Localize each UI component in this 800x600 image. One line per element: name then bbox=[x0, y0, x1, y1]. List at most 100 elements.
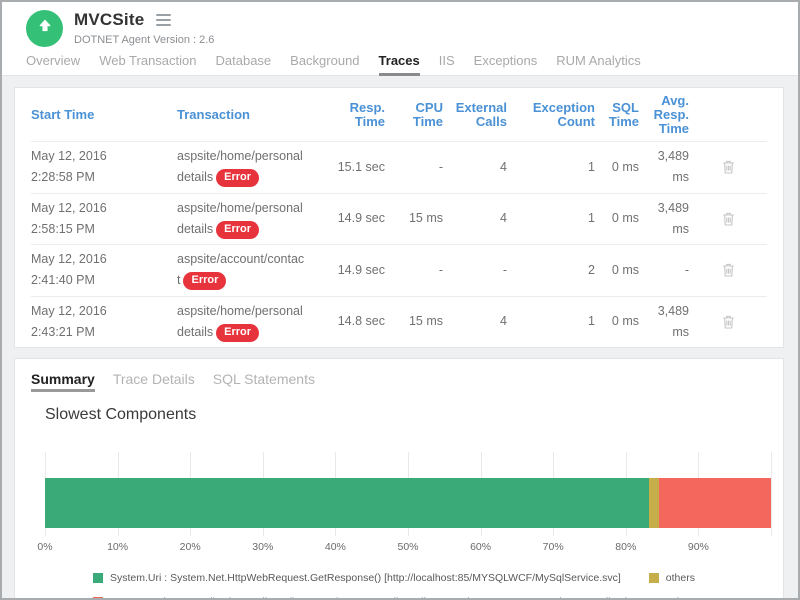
tab-trace-details[interactable]: Trace Details bbox=[113, 371, 195, 392]
error-badge: Error bbox=[216, 221, 259, 239]
error-badge: Error bbox=[183, 272, 226, 290]
error-badge: Error bbox=[216, 169, 259, 187]
start-time-cell: May 12, 20162:58:15 PM bbox=[31, 198, 177, 241]
x-tick: 70% bbox=[543, 541, 564, 553]
start-time-cell: May 12, 20162:41:40 PM bbox=[31, 249, 177, 292]
table-row: May 12, 20162:58:15 PM aspsite/home/pers… bbox=[31, 193, 767, 245]
avg-resp-time-cell: - bbox=[639, 260, 689, 281]
col-header-start-time: Start Time bbox=[31, 108, 177, 122]
trash-icon bbox=[721, 163, 736, 178]
transaction-cell: aspsite/home/personaldetailsError bbox=[177, 301, 329, 344]
arrow-up-icon bbox=[36, 17, 54, 40]
x-tick: 50% bbox=[397, 541, 418, 553]
content-area: Start Time Transaction Resp. Time CPU Ti… bbox=[2, 76, 798, 598]
avg-resp-time-cell: 3,489 ms bbox=[639, 198, 689, 241]
tab-background[interactable]: Background bbox=[290, 51, 359, 75]
x-tick: 80% bbox=[615, 541, 636, 553]
detail-tab-bar: Summary Trace Details SQL Statements bbox=[31, 371, 767, 392]
bar-segment-others[interactable] bbox=[649, 478, 659, 528]
delete-trace-button[interactable] bbox=[719, 209, 738, 229]
col-header-cpu-time: CPU Time bbox=[385, 101, 443, 129]
x-axis: 0% 10% 20% 30% 40% 50% 60% 70% 80% 90% bbox=[45, 541, 771, 556]
col-header-exception-count: Exception Count bbox=[507, 101, 595, 129]
legend-swatch-green bbox=[93, 573, 103, 583]
sql-time-cell: 0 ms bbox=[595, 208, 639, 229]
tab-sql-statements[interactable]: SQL Statements bbox=[213, 371, 315, 392]
traces-table-card: Start Time Transaction Resp. Time CPU Ti… bbox=[14, 87, 784, 348]
transaction-cell: aspsite/account/contactError bbox=[177, 249, 329, 292]
trash-icon bbox=[721, 266, 736, 281]
table-row: May 12, 20162:43:21 PM aspsite/home/pers… bbox=[31, 296, 767, 348]
resp-time-cell: 14.9 sec bbox=[329, 208, 385, 229]
legend-item-system-uri: System.Uri : System.Net.HttpWebRequest.G… bbox=[93, 572, 621, 584]
tab-iis[interactable]: IIS bbox=[439, 51, 455, 75]
resp-time-cell: 15.1 sec bbox=[329, 157, 385, 178]
agent-version-label: DOTNET Agent Version : 2.6 bbox=[74, 34, 214, 46]
delete-trace-button[interactable] bbox=[719, 157, 738, 177]
bar-segment-system-uri[interactable] bbox=[45, 478, 649, 528]
app-status-icon bbox=[26, 10, 63, 47]
cpu-time-cell: - bbox=[385, 157, 443, 178]
tab-summary[interactable]: Summary bbox=[31, 371, 95, 392]
trash-icon bbox=[721, 318, 736, 333]
tab-database[interactable]: Database bbox=[216, 51, 272, 75]
x-tick: 30% bbox=[252, 541, 273, 553]
bar-segment-callhandler[interactable] bbox=[659, 478, 771, 528]
col-header-sql-time: SQL Time bbox=[595, 101, 639, 129]
exception-count-cell: 1 bbox=[507, 157, 595, 178]
cpu-time-cell: - bbox=[385, 260, 443, 281]
exception-count-cell: 1 bbox=[507, 311, 595, 332]
table-row: May 12, 20162:41:40 PM aspsite/account/c… bbox=[31, 244, 767, 296]
sql-time-cell: 0 ms bbox=[595, 260, 639, 281]
legend-swatch-yellow bbox=[649, 573, 659, 583]
sql-time-cell: 0 ms bbox=[595, 157, 639, 178]
slowest-components-chart: 0% 10% 20% 30% 40% 50% 60% 70% 80% 90% bbox=[45, 452, 771, 556]
exception-count-cell: 2 bbox=[507, 260, 595, 281]
avg-resp-time-cell: 3,489 ms bbox=[639, 146, 689, 189]
table-row: May 12, 20162:28:58 PM aspsite/home/pers… bbox=[31, 141, 767, 193]
x-tick: 10% bbox=[107, 541, 128, 553]
avg-resp-time-cell: 3,489 ms bbox=[639, 301, 689, 344]
sql-time-cell: 0 ms bbox=[595, 311, 639, 332]
col-header-external-calls: External Calls bbox=[443, 101, 507, 129]
table-header-row: Start Time Transaction Resp. Time CPU Ti… bbox=[31, 88, 767, 141]
page-title: MVCSite bbox=[74, 10, 144, 30]
start-time-cell: May 12, 20162:28:58 PM bbox=[31, 146, 177, 189]
chart-plot-area bbox=[45, 452, 771, 536]
transaction-cell: aspsite/home/personaldetailsError bbox=[177, 198, 329, 241]
col-header-resp-time: Resp. Time bbox=[329, 101, 385, 129]
external-calls-cell: 4 bbox=[443, 208, 507, 229]
col-header-avg-resp-time: Avg. Resp. Time bbox=[639, 94, 689, 136]
legend-swatch-red bbox=[93, 597, 103, 598]
tab-rum-analytics[interactable]: RUM Analytics bbox=[556, 51, 641, 75]
chart-title: Slowest Components bbox=[45, 406, 767, 424]
transaction-cell: aspsite/home/personaldetailsError bbox=[177, 146, 329, 189]
x-tick: 60% bbox=[470, 541, 491, 553]
stacked-bar bbox=[45, 478, 771, 528]
legend-item-others: others bbox=[649, 572, 695, 584]
external-calls-cell: - bbox=[443, 260, 507, 281]
x-tick: 20% bbox=[180, 541, 201, 553]
start-time-cell: May 12, 20162:43:21 PM bbox=[31, 301, 177, 344]
trash-icon bbox=[721, 215, 736, 230]
col-header-transaction: Transaction bbox=[177, 108, 329, 122]
cpu-time-cell: 15 ms bbox=[385, 208, 443, 229]
delete-trace-button[interactable] bbox=[719, 312, 738, 332]
trace-detail-card: Summary Trace Details SQL Statements Slo… bbox=[14, 358, 784, 598]
app-header: MVCSite DOTNET Agent Version : 2.6 bbox=[2, 2, 798, 51]
error-badge: Error bbox=[216, 324, 259, 342]
tab-overview[interactable]: Overview bbox=[26, 51, 80, 75]
app-window: MVCSite DOTNET Agent Version : 2.6 Overv… bbox=[0, 0, 800, 600]
tab-traces[interactable]: Traces bbox=[379, 51, 420, 75]
hamburger-menu-icon[interactable] bbox=[154, 12, 173, 28]
external-calls-cell: 4 bbox=[443, 157, 507, 178]
chart-legend: System.Uri : System.Net.HttpWebRequest.G… bbox=[31, 572, 767, 598]
cpu-time-cell: 15 ms bbox=[385, 311, 443, 332]
delete-trace-button[interactable] bbox=[719, 260, 738, 280]
external-calls-cell: 4 bbox=[443, 311, 507, 332]
resp-time-cell: 14.9 sec bbox=[329, 260, 385, 281]
tab-web-transaction[interactable]: Web Transaction bbox=[99, 51, 196, 75]
legend-item-callhandler: System.Web.HttpApplication+CallHandlerEx… bbox=[93, 596, 718, 598]
tab-exceptions[interactable]: Exceptions bbox=[474, 51, 538, 75]
resp-time-cell: 14.8 sec bbox=[329, 311, 385, 332]
